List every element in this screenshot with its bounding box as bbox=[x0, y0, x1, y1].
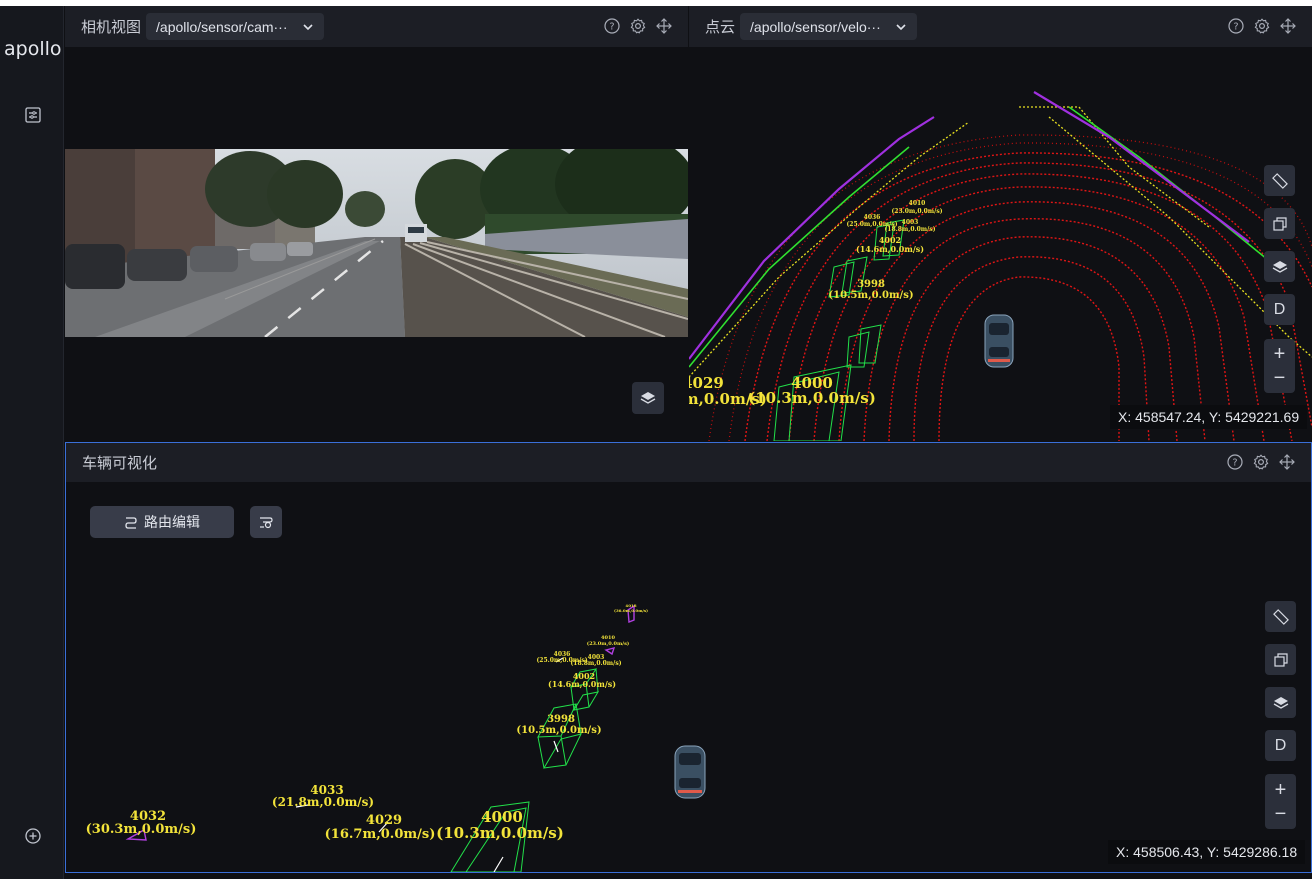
vehicle-scene-canvas[interactable]: 4032 (30.3m,0.0m/s) 4033 (21.8m,0.0m/s) … bbox=[66, 482, 1311, 872]
obstacle-info: (23.0m,0.0m/s) bbox=[891, 208, 942, 215]
vehicle-panel-title: 车辆可视化 bbox=[82, 455, 158, 472]
obstacle-id: 3998 bbox=[547, 714, 575, 725]
obstacle-info: (10.3m,0.0m/s) bbox=[436, 824, 564, 842]
ego-vehicle bbox=[984, 314, 1014, 368]
vehicle-coordinates: X: 458506.43, Y: 5429286.18 bbox=[1108, 840, 1306, 864]
pointcloud-panel-header: 点云 /apollo/sensor/velo··· ? bbox=[689, 6, 1312, 47]
ego-vehicle bbox=[674, 745, 706, 799]
obstacle-info: (10.3m,0.0m/s) bbox=[748, 389, 876, 407]
route-icon bbox=[125, 517, 137, 529]
view-mode-button[interactable]: D bbox=[1264, 294, 1295, 325]
fullscreen-icon[interactable] bbox=[1279, 454, 1295, 470]
camera-panel: 相机视图 /apollo/sensor/cam··· ? bbox=[65, 6, 688, 441]
route-edit-label: 路由编辑 bbox=[144, 514, 200, 530]
pointcloud-canvas[interactable]: 4000 (10.3m,0.0m/s) 4029 (16.7m,0.0m/s) … bbox=[689, 47, 1312, 441]
obstacle-info: (10.5m,0.0m/s) bbox=[828, 290, 913, 301]
zoom-control: + − bbox=[1264, 339, 1295, 393]
obstacle-info: (18.8m,0.0m/s) bbox=[884, 226, 935, 233]
settings-icon[interactable] bbox=[1253, 454, 1269, 470]
zoom-in-button[interactable]: + bbox=[1274, 344, 1286, 364]
layers-icon bbox=[1273, 696, 1288, 709]
route-settings-icon bbox=[260, 517, 273, 529]
camera-channel-value: /apollo/sensor/cam··· bbox=[156, 18, 288, 35]
obstacle-info: (10.5m,0.0m/s) bbox=[516, 725, 601, 736]
vehicle-obstacle-labels: 4032 (30.3m,0.0m/s) 4033 (21.8m,0.0m/s) … bbox=[86, 603, 648, 842]
obstacle-info: (16.7m,0.0m/s) bbox=[325, 827, 436, 842]
pointcloud-channel-select[interactable]: /apollo/sensor/velo··· bbox=[740, 13, 917, 40]
apollo-logo[interactable]: apollo bbox=[4, 38, 62, 60]
copy-button[interactable] bbox=[1265, 644, 1296, 675]
chevron-down-icon bbox=[302, 23, 313, 30]
pointcloud-obstacle-labels: 4000 (10.3m,0.0m/s) 4029 (16.7m,0.0m/s) … bbox=[689, 200, 943, 408]
ruler-icon bbox=[1271, 172, 1288, 189]
layers-button[interactable] bbox=[1265, 687, 1296, 718]
vehicle-panel-header: 车辆可视化 ? bbox=[66, 443, 1311, 482]
camera-channel-select[interactable]: /apollo/sensor/cam··· bbox=[146, 13, 324, 40]
zoom-control: + − bbox=[1265, 774, 1296, 829]
help-icon[interactable]: ? bbox=[604, 18, 620, 34]
camera-layers-button[interactable] bbox=[632, 382, 664, 414]
layers-button[interactable] bbox=[1264, 251, 1295, 282]
help-icon[interactable]: ? bbox=[1227, 454, 1243, 470]
copy-icon bbox=[1273, 652, 1288, 667]
svg-text:?: ? bbox=[1233, 22, 1238, 33]
pointcloud-panel-title: 点云 bbox=[705, 19, 736, 36]
obstacle-info: (14.6m,0.0m/s) bbox=[548, 679, 616, 689]
settings-icon[interactable] bbox=[630, 18, 646, 34]
ruler-button[interactable] bbox=[1264, 165, 1295, 196]
fullscreen-icon[interactable] bbox=[656, 18, 672, 34]
add-circle-icon[interactable] bbox=[24, 827, 42, 845]
svg-text:?: ? bbox=[1232, 458, 1237, 469]
route-edit-button[interactable]: 路由编辑 bbox=[90, 506, 234, 538]
layers-icon bbox=[1272, 260, 1287, 273]
obstacle-info: (23.0m,0.0m/s) bbox=[587, 640, 630, 647]
obstacle-id: 4029 bbox=[366, 813, 402, 828]
obstacle-info: (18.8m,0.0m/s) bbox=[570, 660, 621, 667]
ruler-icon bbox=[1272, 608, 1289, 625]
view-mode-button[interactable]: D bbox=[1265, 730, 1296, 761]
vehicle-panel: 车辆可视化 ? 4032 (30.3m,0.0m/s) 4033 (21.8m,… bbox=[65, 442, 1312, 873]
obstacle-id: 4010 bbox=[909, 200, 926, 207]
obstacle-id: 4003 bbox=[902, 219, 919, 226]
pointcloud-channel-value: /apollo/sensor/velo··· bbox=[750, 18, 881, 35]
obstacle-id: 4036 bbox=[864, 214, 881, 221]
chevron-down-icon bbox=[896, 23, 906, 30]
sidebar: apollo bbox=[0, 6, 64, 879]
obstacle-info: (36.0m,0.0m/s) bbox=[614, 608, 648, 613]
ruler-button[interactable] bbox=[1265, 601, 1296, 632]
fullscreen-icon[interactable] bbox=[1280, 18, 1296, 34]
layers-icon bbox=[640, 392, 656, 404]
panel-list-icon[interactable] bbox=[24, 106, 42, 124]
route-settings-button[interactable] bbox=[250, 506, 282, 538]
help-icon[interactable]: ? bbox=[1228, 18, 1244, 34]
pointcloud-panel: 点云 /apollo/sensor/velo··· ? 4000 (10.3m,… bbox=[689, 6, 1312, 441]
obstacle-info: (16.7m,0.0m/s) bbox=[689, 390, 767, 408]
settings-icon[interactable] bbox=[1254, 18, 1270, 34]
camera-panel-title: 相机视图 bbox=[81, 19, 142, 36]
zoom-out-button[interactable]: − bbox=[1275, 804, 1287, 824]
obstacle-info: (30.3m,0.0m/s) bbox=[86, 822, 197, 837]
camera-panel-header: 相机视图 /apollo/sensor/cam··· ? bbox=[65, 6, 688, 47]
obstacle-info: (14.6m,0.0m/s) bbox=[856, 244, 924, 254]
zoom-out-button[interactable]: − bbox=[1274, 368, 1286, 388]
zoom-in-button[interactable]: + bbox=[1275, 780, 1287, 800]
pointcloud-coordinates: X: 458547.24, Y: 5429221.69 bbox=[1110, 405, 1308, 429]
camera-image bbox=[65, 149, 688, 337]
copy-icon bbox=[1272, 216, 1287, 231]
obstacle-id: 3998 bbox=[857, 279, 885, 290]
svg-text:?: ? bbox=[609, 22, 614, 33]
obstacle-info: (21.8m,0.0m/s) bbox=[272, 795, 374, 809]
copy-button[interactable] bbox=[1264, 208, 1295, 239]
